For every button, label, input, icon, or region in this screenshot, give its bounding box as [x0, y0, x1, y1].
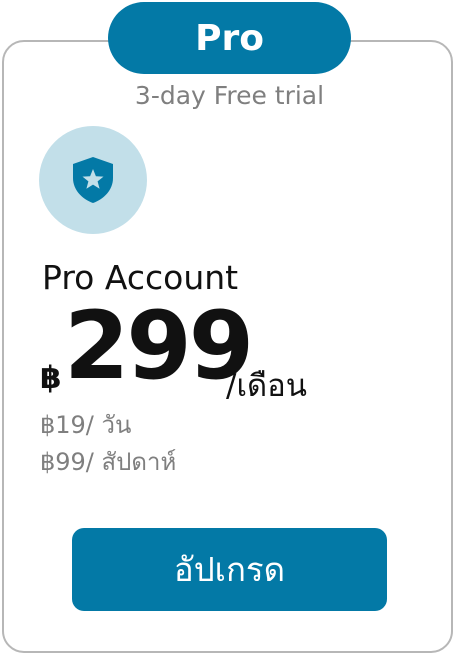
price-period: /เดือน [226, 368, 307, 404]
price-amount: 299 [64, 292, 254, 401]
plan-icon-badge [39, 126, 147, 234]
daily-price: ฿19/ วัน [40, 411, 132, 439]
plan-name-badge: Pro [108, 2, 351, 74]
shield-star-icon [73, 157, 113, 203]
trial-label: 3-day Free trial [134, 81, 325, 110]
price-currency: ฿ [40, 360, 62, 396]
upgrade-button[interactable]: อัปเกรด [72, 528, 387, 611]
plan-name: Pro [195, 17, 264, 59]
weekly-price: ฿99/ สัปดาห์ [40, 448, 177, 476]
